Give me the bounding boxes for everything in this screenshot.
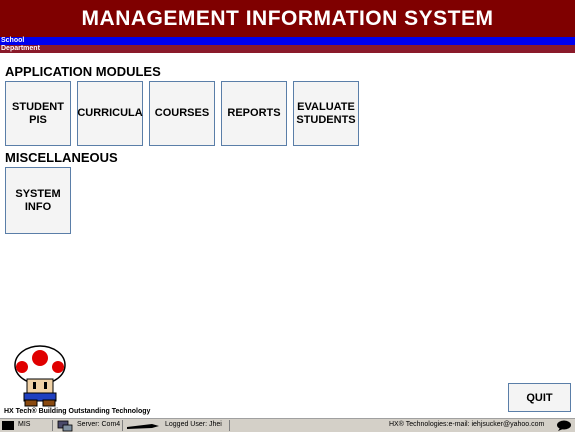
evaluate-students-button[interactable]: EVALUATE STUDENTS — [293, 81, 359, 146]
department-bar: Department — [0, 45, 575, 53]
app-title: MANAGEMENT INFORMATION SYSTEM — [0, 0, 575, 37]
curricula-button[interactable]: CURRICULA — [77, 81, 143, 146]
speech-bubble-icon — [557, 420, 571, 431]
reports-button[interactable]: REPORTS — [221, 81, 287, 146]
section-miscellaneous: MISCELLANEOUS — [5, 150, 118, 165]
section-application-modules: APPLICATION MODULES — [5, 64, 161, 79]
status-bar: MIS Server: Com4 Logged User: Jhei HX® T… — [0, 418, 575, 432]
student-pis-button[interactable]: STUDENT PIS — [5, 81, 71, 146]
status-server: Server: Com4 — [77, 421, 121, 428]
quit-button[interactable]: QUIT — [508, 383, 571, 412]
school-bar: School — [0, 37, 575, 45]
status-company: HX® Technologies:e-mail: iehjsucker@yaho… — [389, 421, 545, 428]
status-user: Logged User: Jhei — [165, 421, 222, 428]
system-info-button[interactable]: SYSTEM INFO — [5, 167, 71, 234]
toad-mushroom-icon — [14, 345, 66, 407]
courses-button[interactable]: COURSES — [149, 81, 215, 146]
server-icon — [57, 420, 73, 432]
footer-caption: HX Tech® Building Outstanding Technology — [4, 408, 151, 415]
pen-icon — [127, 424, 159, 429]
terminal-icon — [2, 421, 14, 430]
status-app: MIS — [18, 421, 31, 428]
